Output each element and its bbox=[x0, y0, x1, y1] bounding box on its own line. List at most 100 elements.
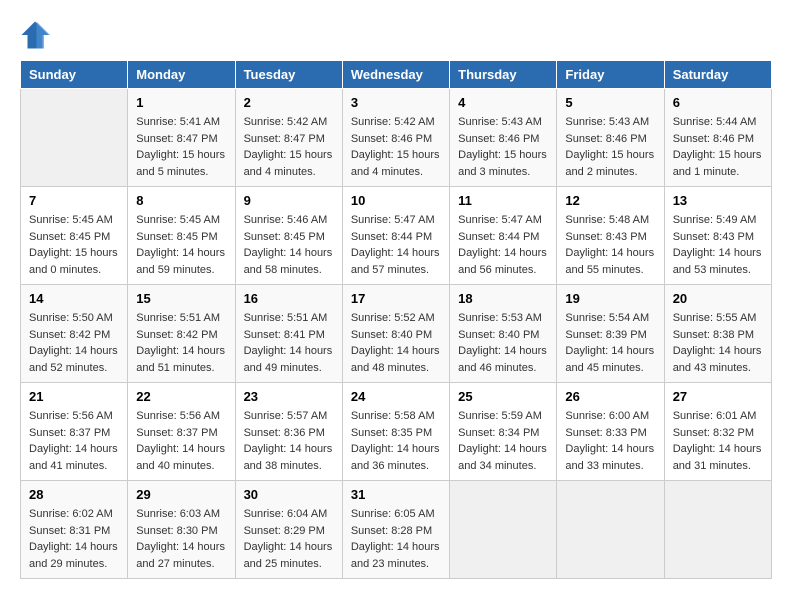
day-info: Sunrise: 5:54 AM Sunset: 8:39 PM Dayligh… bbox=[565, 310, 655, 376]
header-tuesday: Tuesday bbox=[235, 61, 342, 89]
header-row: SundayMondayTuesdayWednesdayThursdayFrid… bbox=[21, 61, 772, 89]
calendar-cell: 7 Sunrise: 5:45 AM Sunset: 8:45 PM Daylig… bbox=[21, 187, 128, 285]
day-number: 21 bbox=[29, 389, 119, 404]
calendar-cell: 5Sunrise: 5:43 AM Sunset: 8:46 PM Daylig… bbox=[557, 89, 664, 187]
day-number: 31 bbox=[351, 487, 441, 502]
day-info: Sunrise: 5:53 AM Sunset: 8:40 PM Dayligh… bbox=[458, 310, 548, 376]
day-number: 27 bbox=[673, 389, 763, 404]
calendar-cell: 22 Sunrise: 5:56 AM Sunset: 8:37 PM Dayli… bbox=[128, 383, 235, 481]
day-number: 28 bbox=[29, 487, 119, 502]
calendar-cell: 16Sunrise: 5:51 AM Sunset: 8:41 PM Dayli… bbox=[235, 285, 342, 383]
calendar-cell: 29 Sunrise: 6:03 AM Sunset: 8:30 PM Dayli… bbox=[128, 481, 235, 579]
day-info: Sunrise: 6:05 AM Sunset: 8:28 PM Dayligh… bbox=[351, 506, 441, 572]
logo bbox=[20, 20, 54, 50]
day-number: 13 bbox=[673, 193, 763, 208]
calendar-cell bbox=[664, 481, 771, 579]
calendar-cell: 4 Sunrise: 5:43 AM Sunset: 8:46 PM Daylig… bbox=[450, 89, 557, 187]
day-number: 24 bbox=[351, 389, 441, 404]
day-number: 26 bbox=[565, 389, 655, 404]
calendar-cell bbox=[557, 481, 664, 579]
day-info: Sunrise: 5:58 AM Sunset: 8:35 PM Dayligh… bbox=[351, 408, 441, 474]
day-info: Sunrise: 5:47 AM Sunset: 8:44 PM Dayligh… bbox=[351, 212, 441, 278]
day-number: 1 bbox=[136, 95, 226, 110]
day-number: 3 bbox=[351, 95, 441, 110]
day-info: Sunrise: 5:44 AM Sunset: 8:46 PM Dayligh… bbox=[673, 114, 763, 180]
day-info: Sunrise: 5:59 AM Sunset: 8:34 PM Dayligh… bbox=[458, 408, 548, 474]
day-number: 10 bbox=[351, 193, 441, 208]
day-info: Sunrise: 5:55 AM Sunset: 8:38 PM Dayligh… bbox=[673, 310, 763, 376]
day-number: 29 bbox=[136, 487, 226, 502]
day-info: Sunrise: 6:00 AM Sunset: 8:33 PM Dayligh… bbox=[565, 408, 655, 474]
calendar-cell: 23 Sunrise: 5:57 AM Sunset: 8:36 PM Dayli… bbox=[235, 383, 342, 481]
day-info: Sunrise: 6:03 AM Sunset: 8:30 PM Dayligh… bbox=[136, 506, 226, 572]
calendar-cell: 11 Sunrise: 5:47 AM Sunset: 8:44 PM Dayli… bbox=[450, 187, 557, 285]
day-number: 22 bbox=[136, 389, 226, 404]
calendar-cell: 2Sunrise: 5:42 AM Sunset: 8:47 PM Daylig… bbox=[235, 89, 342, 187]
day-number: 23 bbox=[244, 389, 334, 404]
day-info: Sunrise: 5:52 AM Sunset: 8:40 PM Dayligh… bbox=[351, 310, 441, 376]
calendar-cell: 20Sunrise: 5:55 AM Sunset: 8:38 PM Dayli… bbox=[664, 285, 771, 383]
calendar-cell: 27 Sunrise: 6:01 AM Sunset: 8:32 PM Dayli… bbox=[664, 383, 771, 481]
header-friday: Friday bbox=[557, 61, 664, 89]
day-info: Sunrise: 6:01 AM Sunset: 8:32 PM Dayligh… bbox=[673, 408, 763, 474]
day-info: Sunrise: 6:02 AM Sunset: 8:31 PM Dayligh… bbox=[29, 506, 119, 572]
day-number: 7 bbox=[29, 193, 119, 208]
day-info: Sunrise: 5:43 AM Sunset: 8:46 PM Dayligh… bbox=[565, 114, 655, 180]
calendar-cell: 14 Sunrise: 5:50 AM Sunset: 8:42 PM Dayli… bbox=[21, 285, 128, 383]
calendar-cell: 18 Sunrise: 5:53 AM Sunset: 8:40 PM Dayli… bbox=[450, 285, 557, 383]
calendar-cell: 30Sunrise: 6:04 AM Sunset: 8:29 PM Dayli… bbox=[235, 481, 342, 579]
day-number: 25 bbox=[458, 389, 548, 404]
day-info: Sunrise: 5:56 AM Sunset: 8:37 PM Dayligh… bbox=[29, 408, 119, 474]
day-number: 9 bbox=[244, 193, 334, 208]
week-row-4: 21 Sunrise: 5:56 AM Sunset: 8:37 PM Dayli… bbox=[21, 383, 772, 481]
calendar-cell: 8Sunrise: 5:45 AM Sunset: 8:45 PM Daylig… bbox=[128, 187, 235, 285]
day-number: 12 bbox=[565, 193, 655, 208]
calendar-cell bbox=[450, 481, 557, 579]
day-number: 18 bbox=[458, 291, 548, 306]
day-number: 15 bbox=[136, 291, 226, 306]
day-info: Sunrise: 5:56 AM Sunset: 8:37 PM Dayligh… bbox=[136, 408, 226, 474]
week-row-1: 1 Sunrise: 5:41 AM Sunset: 8:47 PM Daylig… bbox=[21, 89, 772, 187]
day-number: 14 bbox=[29, 291, 119, 306]
page-header bbox=[20, 20, 772, 50]
header-saturday: Saturday bbox=[664, 61, 771, 89]
calendar-cell: 9 Sunrise: 5:46 AM Sunset: 8:45 PM Daylig… bbox=[235, 187, 342, 285]
calendar-cell: 15 Sunrise: 5:51 AM Sunset: 8:42 PM Dayli… bbox=[128, 285, 235, 383]
day-info: Sunrise: 5:51 AM Sunset: 8:42 PM Dayligh… bbox=[136, 310, 226, 376]
calendar-cell: 1 Sunrise: 5:41 AM Sunset: 8:47 PM Daylig… bbox=[128, 89, 235, 187]
calendar-cell: 21 Sunrise: 5:56 AM Sunset: 8:37 PM Dayli… bbox=[21, 383, 128, 481]
day-number: 2 bbox=[244, 95, 334, 110]
logo-icon bbox=[20, 20, 50, 50]
day-info: Sunrise: 5:42 AM Sunset: 8:46 PM Dayligh… bbox=[351, 114, 441, 180]
day-info: Sunrise: 5:45 AM Sunset: 8:45 PM Dayligh… bbox=[29, 212, 119, 278]
day-info: Sunrise: 5:43 AM Sunset: 8:46 PM Dayligh… bbox=[458, 114, 548, 180]
calendar-cell: 6 Sunrise: 5:44 AM Sunset: 8:46 PM Daylig… bbox=[664, 89, 771, 187]
day-info: Sunrise: 5:50 AM Sunset: 8:42 PM Dayligh… bbox=[29, 310, 119, 376]
calendar-cell: 19Sunrise: 5:54 AM Sunset: 8:39 PM Dayli… bbox=[557, 285, 664, 383]
day-info: Sunrise: 5:47 AM Sunset: 8:44 PM Dayligh… bbox=[458, 212, 548, 278]
calendar-cell bbox=[21, 89, 128, 187]
day-info: Sunrise: 5:41 AM Sunset: 8:47 PM Dayligh… bbox=[136, 114, 226, 180]
calendar-cell: 10 Sunrise: 5:47 AM Sunset: 8:44 PM Dayli… bbox=[342, 187, 449, 285]
calendar-cell: 13Sunrise: 5:49 AM Sunset: 8:43 PM Dayli… bbox=[664, 187, 771, 285]
header-monday: Monday bbox=[128, 61, 235, 89]
day-number: 30 bbox=[244, 487, 334, 502]
day-info: Sunrise: 5:57 AM Sunset: 8:36 PM Dayligh… bbox=[244, 408, 334, 474]
day-info: Sunrise: 5:48 AM Sunset: 8:43 PM Dayligh… bbox=[565, 212, 655, 278]
header-sunday: Sunday bbox=[21, 61, 128, 89]
calendar-table: SundayMondayTuesdayWednesdayThursdayFrid… bbox=[20, 60, 772, 579]
day-number: 11 bbox=[458, 193, 548, 208]
day-number: 17 bbox=[351, 291, 441, 306]
calendar-cell: 12 Sunrise: 5:48 AM Sunset: 8:43 PM Dayli… bbox=[557, 187, 664, 285]
calendar-header: SundayMondayTuesdayWednesdayThursdayFrid… bbox=[21, 61, 772, 89]
header-wednesday: Wednesday bbox=[342, 61, 449, 89]
week-row-2: 7 Sunrise: 5:45 AM Sunset: 8:45 PM Daylig… bbox=[21, 187, 772, 285]
day-info: Sunrise: 5:46 AM Sunset: 8:45 PM Dayligh… bbox=[244, 212, 334, 278]
calendar-cell: 17 Sunrise: 5:52 AM Sunset: 8:40 PM Dayli… bbox=[342, 285, 449, 383]
day-number: 6 bbox=[673, 95, 763, 110]
week-row-3: 14 Sunrise: 5:50 AM Sunset: 8:42 PM Dayli… bbox=[21, 285, 772, 383]
day-number: 4 bbox=[458, 95, 548, 110]
header-thursday: Thursday bbox=[450, 61, 557, 89]
day-info: Sunrise: 5:45 AM Sunset: 8:45 PM Dayligh… bbox=[136, 212, 226, 278]
calendar-body: 1 Sunrise: 5:41 AM Sunset: 8:47 PM Daylig… bbox=[21, 89, 772, 579]
